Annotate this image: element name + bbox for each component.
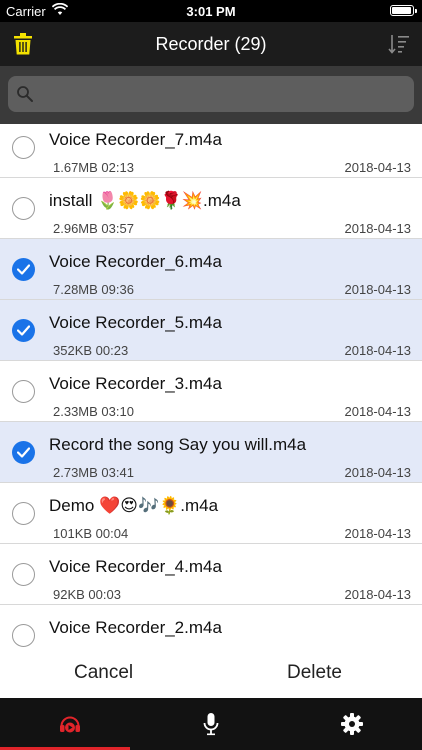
- select-radio[interactable]: [12, 380, 35, 403]
- recording-row[interactable]: install 🌷🌼🌼🌹💥.m4a 2.96MB 03:57 2018-04-1…: [0, 178, 422, 239]
- recording-row[interactable]: Voice Recorder_2.m4a: [0, 605, 422, 648]
- recording-row[interactable]: Record the song Say you will.m4a 2.73MB …: [0, 422, 422, 483]
- recording-name: Demo ❤️😍🎶🌻.m4a: [49, 496, 219, 515]
- recording-date: 2018-04-13: [344, 526, 412, 541]
- select-radio[interactable]: [12, 624, 35, 647]
- clock: 3:01 PM: [186, 4, 236, 19]
- recording-name: Record the song Say you will.m4a: [49, 435, 307, 454]
- checkmark-icon: [17, 447, 30, 458]
- recording-size-duration: 2.96MB 03:57: [53, 221, 134, 236]
- cancel-button[interactable]: Cancel: [74, 662, 133, 684]
- recording-size-duration: 2.73MB 03:41: [53, 465, 134, 480]
- nav-bar: Recorder (29): [0, 22, 422, 66]
- recording-name: install 🌷🌼🌼🌹💥.m4a: [49, 191, 241, 210]
- checkmark-icon: [17, 264, 30, 275]
- recording-row[interactable]: Voice Recorder_5.m4a 352KB 00:23 2018-04…: [0, 300, 422, 361]
- recording-size-duration: 7.28MB 09:36: [53, 282, 134, 297]
- tab-bar: [0, 698, 422, 750]
- gear-icon: [341, 713, 363, 735]
- recording-row[interactable]: Voice Recorder_7.m4a 1.67MB 02:13 2018-0…: [0, 124, 422, 178]
- recording-date: 2018-04-13: [344, 282, 412, 297]
- page-title: Recorder (29): [155, 34, 267, 54]
- select-radio[interactable]: [12, 563, 35, 586]
- status-bar: Carrier 3:01 PM: [0, 0, 422, 22]
- select-radio[interactable]: [12, 502, 35, 525]
- tab-settings[interactable]: [282, 698, 422, 750]
- action-bar: Cancel Delete: [0, 648, 422, 698]
- microphone-icon: [203, 713, 219, 736]
- recording-row[interactable]: Voice Recorder_6.m4a 7.28MB 09:36 2018-0…: [0, 239, 422, 300]
- recording-date: 2018-04-13: [344, 343, 412, 358]
- checkmark-icon: [17, 325, 30, 336]
- battery-icon: [390, 5, 417, 16]
- recording-size-duration: 92KB 00:03: [53, 587, 121, 602]
- recording-row[interactable]: Voice Recorder_4.m4a 92KB 00:03 2018-04-…: [0, 544, 422, 605]
- recording-name: Voice Recorder_3.m4a: [49, 374, 222, 393]
- recording-size-duration: 101KB 00:04: [53, 526, 129, 541]
- recording-name: Voice Recorder_6.m4a: [49, 252, 222, 271]
- recording-name: Voice Recorder_4.m4a: [49, 557, 222, 576]
- tab-record[interactable]: [141, 698, 281, 750]
- recording-name: Voice Recorder_5.m4a: [49, 313, 222, 332]
- search-icon: [17, 86, 33, 102]
- recording-size-duration: 1.67MB 02:13: [53, 160, 134, 175]
- recording-date: 2018-04-13: [344, 587, 412, 602]
- search-area: [0, 66, 422, 124]
- recordings-play-icon: [60, 716, 80, 733]
- recordings-list[interactable]: Voice Recorder_7.m4a 1.67MB 02:13 2018-0…: [0, 124, 422, 648]
- search-box[interactable]: [8, 76, 414, 112]
- recording-size-duration: 2.33MB 03:10: [53, 404, 134, 419]
- select-radio[interactable]: [12, 197, 35, 220]
- search-input[interactable]: [40, 76, 400, 112]
- recording-date: 2018-04-13: [344, 221, 412, 236]
- recording-date: 2018-04-13: [344, 404, 412, 419]
- select-radio-checked[interactable]: [12, 441, 35, 464]
- select-radio-checked[interactable]: [12, 258, 35, 281]
- recording-name: Voice Recorder_7.m4a: [49, 130, 222, 149]
- recording-date: 2018-04-13: [344, 160, 412, 175]
- select-radio[interactable]: [12, 136, 35, 159]
- select-radio-checked[interactable]: [12, 319, 35, 342]
- delete-button[interactable]: Delete: [287, 662, 342, 684]
- recording-row[interactable]: Demo ❤️😍🎶🌻.m4a 101KB 00:04 2018-04-13: [0, 483, 422, 544]
- sort-icon[interactable]: [388, 33, 410, 55]
- recording-name: Voice Recorder_2.m4a: [49, 618, 222, 637]
- recording-date: 2018-04-13: [344, 465, 412, 480]
- tab-recordings[interactable]: [0, 698, 140, 750]
- recording-size-duration: 352KB 00:23: [53, 343, 129, 358]
- recording-row[interactable]: Voice Recorder_3.m4a 2.33MB 03:10 2018-0…: [0, 361, 422, 422]
